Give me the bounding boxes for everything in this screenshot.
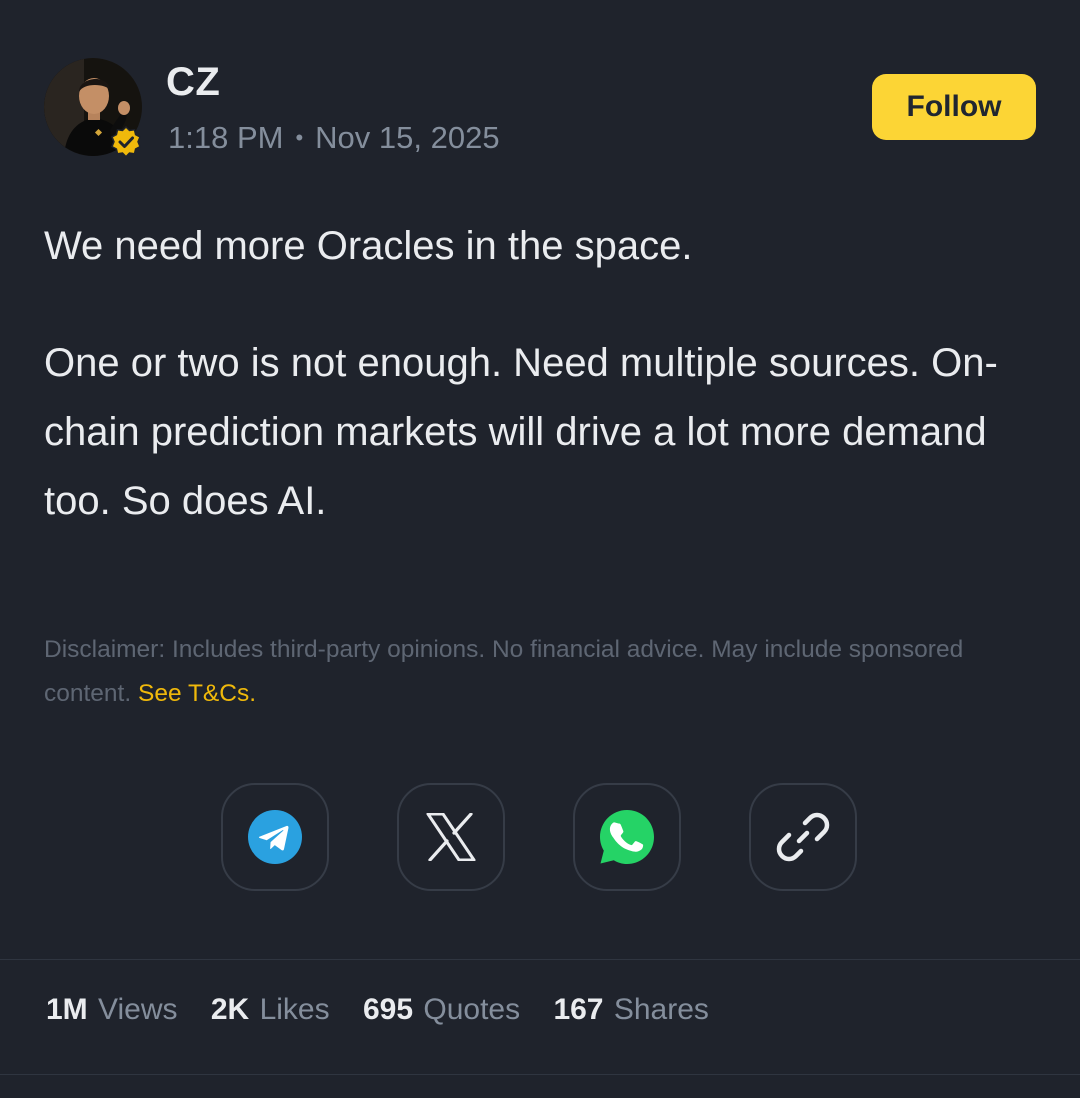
follow-button[interactable]: Follow bbox=[872, 74, 1036, 140]
telegram-icon bbox=[248, 810, 302, 864]
share-x-button[interactable] bbox=[397, 783, 505, 891]
post-page: CZ 1:18 PM • Nov 15, 2025 Follow We need m… bbox=[0, 0, 1080, 1098]
post-paragraph-2: One or two is not enough. Need multiple … bbox=[44, 341, 998, 523]
terms-link[interactable]: See T&Cs. bbox=[138, 680, 256, 707]
post-timestamp: 1:18 PM • Nov 15, 2025 bbox=[168, 120, 500, 156]
share-telegram-button[interactable] bbox=[221, 783, 329, 891]
copy-link-button[interactable] bbox=[749, 783, 857, 891]
post-date: Nov 15, 2025 bbox=[315, 120, 500, 155]
author-name[interactable]: CZ bbox=[166, 60, 220, 105]
stat-quotes[interactable]: 695 Quotes bbox=[363, 993, 520, 1027]
stats-divider-bottom bbox=[0, 1074, 1080, 1075]
disclaimer: Disclaimer: Includes third-party opinion… bbox=[44, 628, 984, 716]
link-icon bbox=[776, 812, 830, 862]
meta-separator: • bbox=[295, 125, 304, 150]
engagement-stats: 1M Views 2K Likes 695 Quotes 167 Shares bbox=[46, 993, 734, 1027]
stat-views: 1M Views bbox=[46, 993, 178, 1026]
stat-shares[interactable]: 167 Shares bbox=[553, 993, 708, 1027]
post-content: We need more Oracles in the space. One o… bbox=[44, 212, 1034, 536]
share-whatsapp-button[interactable] bbox=[573, 783, 681, 891]
stats-divider-top bbox=[0, 959, 1080, 960]
verified-badge-icon bbox=[111, 126, 141, 158]
whatsapp-icon bbox=[600, 810, 654, 864]
post-paragraph-1: We need more Oracles in the space. bbox=[44, 224, 693, 268]
stat-likes[interactable]: 2K Likes bbox=[211, 993, 330, 1027]
post-time: 1:18 PM bbox=[168, 120, 284, 155]
x-icon bbox=[426, 813, 476, 861]
